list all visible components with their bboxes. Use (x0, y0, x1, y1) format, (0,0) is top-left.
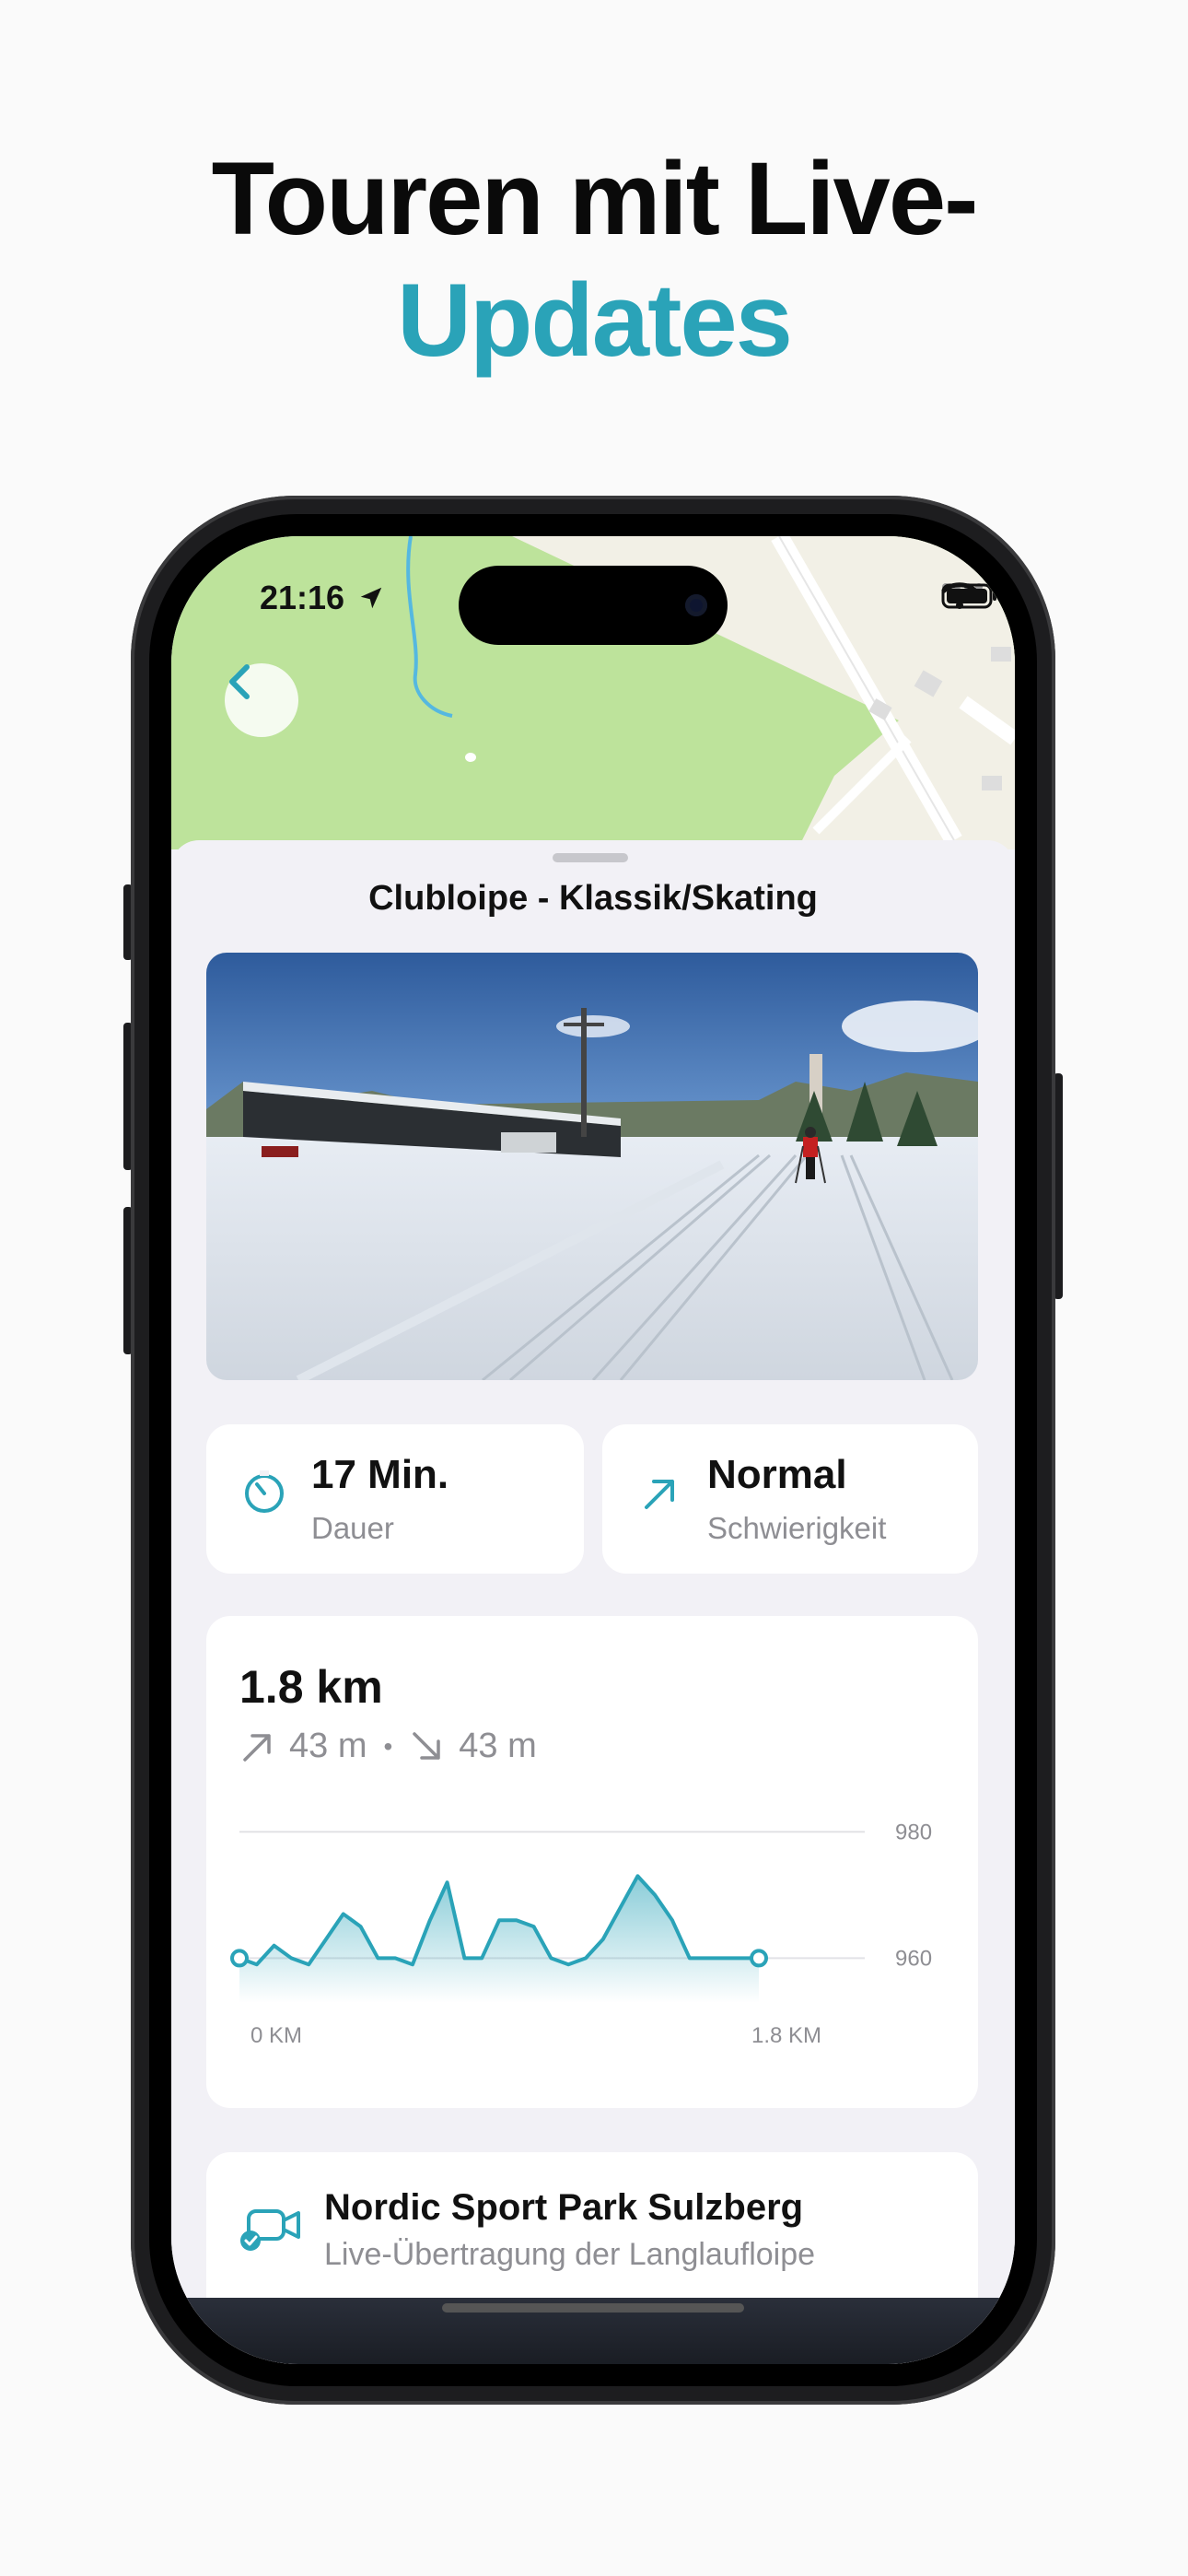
headline-line-2: Updates (397, 263, 793, 378)
end-point (750, 1949, 768, 1968)
ascent-icon (243, 1733, 271, 1762)
phone-frame: 21:16 Clubloipe - Klassik/Skating 17 Min… (131, 496, 1055, 2405)
headline: Touren mit Live- Updates (0, 138, 1188, 381)
home-indicator[interactable] (442, 2303, 744, 2313)
difficulty-card: Normal Schwierigkeit (602, 1424, 978, 1574)
elevation-summary: 43 m • 43 m (239, 1727, 537, 1766)
descent-icon (413, 1731, 441, 1760)
map-view[interactable]: 21:16 (171, 536, 1015, 849)
headline-line-1: Touren mit Live- (211, 141, 979, 256)
difficulty-label: Schwierigkeit (707, 1511, 887, 1545)
start-point (230, 1949, 249, 1968)
duration-value: 17 Min. (311, 1452, 449, 1497)
dynamic-island (459, 566, 728, 645)
y-tick-label: 980 (895, 1820, 932, 1844)
status-time: 21:16 (260, 579, 345, 616)
difficulty-value: Normal (707, 1452, 847, 1497)
tour-sheet: Clubloipe - Klassik/Skating 17 Min. Daue… (171, 840, 1015, 2364)
location-arrow-icon (360, 587, 382, 609)
arrow-up-right-icon (645, 1480, 674, 1509)
battery-icon (941, 583, 996, 609)
duration-label: Dauer (311, 1511, 394, 1545)
tour-photo[interactable] (206, 953, 978, 1380)
x-tick-label: 0 KM (250, 2023, 302, 2048)
duration-card: 17 Min. Dauer (206, 1424, 584, 1574)
descent-value: 43 m (459, 1727, 537, 1765)
y-tick-label: 960 (895, 1946, 932, 1971)
elevation-separator: • (383, 1731, 393, 1761)
front-camera (685, 594, 707, 616)
tour-photo-graphic (206, 953, 978, 1380)
elevation-chart: 980 960 0 KM 1.8 KM (230, 1820, 932, 2048)
webcam-name: Nordic Sport Park Sulzberg (324, 2187, 804, 2228)
timer-icon (245, 1470, 284, 1513)
distance-value: 1.8 km (239, 1661, 383, 1713)
sheet-grabber[interactable] (553, 853, 628, 862)
tour-title: Clubloipe - Klassik/Skating (368, 879, 818, 918)
ascent-value: 43 m (289, 1727, 367, 1765)
phone-screen: 21:16 Clubloipe - Klassik/Skating 17 Min… (171, 536, 1015, 2364)
elevation-card[interactable]: 1.8 km 43 m • 43 m 980 960 0 KM 1.8 KM (206, 1616, 978, 2108)
x-tick-label: 1.8 KM (751, 2023, 821, 2048)
webcam-icon (240, 2209, 300, 2251)
back-button[interactable] (225, 663, 298, 737)
chevron-left-icon (229, 664, 250, 699)
webcam-subtitle: Live-Übertragung der Langlaufloipe (324, 2237, 816, 2272)
